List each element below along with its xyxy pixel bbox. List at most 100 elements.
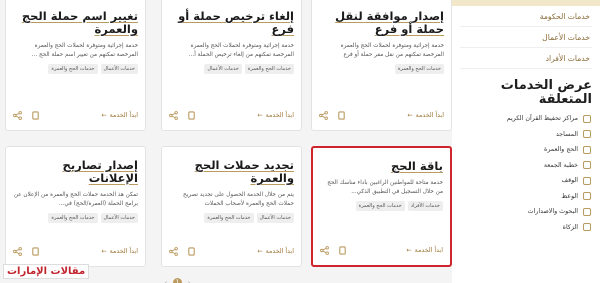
- checkbox[interactable]: [583, 114, 591, 123]
- tag: خدمات الأعمال: [256, 213, 294, 223]
- filter-mosques[interactable]: المساجد: [452, 127, 591, 143]
- tag-list: خدمات الحج والعمرة خدمات الأعمال: [169, 64, 294, 74]
- start-service-button[interactable]: ابدأ الخدمة ←: [257, 112, 294, 119]
- sidebar-item-business[interactable]: خدمات الأعمال: [460, 27, 592, 48]
- filter-friday-sermon[interactable]: خطبة الجمعة: [452, 158, 591, 174]
- filter-zakat[interactable]: الزكاة: [452, 220, 591, 236]
- favorite-icon[interactable]: [338, 246, 347, 255]
- filter-label: البحوث والاصدارات: [527, 208, 578, 216]
- tag: خدمات الحج والعمرة: [244, 64, 294, 74]
- sidebar-item-label: خدمات الأعمال: [542, 32, 590, 42]
- favorite-icon[interactable]: [187, 111, 196, 120]
- sidebar: خدمات الحكومة خدمات الأعمال خدمات الأفرا…: [452, 0, 600, 283]
- start-service-button[interactable]: ابدأ الخدمة ←: [101, 248, 138, 255]
- filter-list: مراكز تحفيظ القرآن الكريم المساجد الحج و…: [452, 111, 591, 235]
- card-footer: ابدأ الخدمة ←: [169, 247, 294, 256]
- filter-preaching[interactable]: الوعظ: [452, 189, 591, 205]
- service-card[interactable]: إصدار تصاريح الإعلانات تمكن هذ الخدمة حم…: [5, 146, 146, 267]
- start-label: ابدأ الخدمة: [414, 247, 443, 254]
- start-service-button[interactable]: ابدأ الخدمة ←: [407, 112, 444, 119]
- tag-list: خدمات الحج والعمرة: [319, 64, 444, 74]
- arrow-left-icon: ←: [101, 248, 107, 255]
- filter-label: المساجد: [555, 130, 578, 138]
- tag: خدمات الحج والعمرة: [204, 213, 254, 223]
- service-title[interactable]: باقة الحج: [320, 160, 443, 173]
- chevron-right-icon[interactable]: ›: [165, 280, 167, 283]
- favorite-icon[interactable]: [31, 111, 40, 120]
- service-title[interactable]: تجديد حملات الحج والعمرة: [169, 159, 294, 185]
- tag: خدمات الأعمال: [100, 64, 138, 74]
- sidebar-item-government[interactable]: خدمات الحكومة: [460, 6, 592, 27]
- card-footer: ابدأ الخدمة ←: [320, 246, 443, 255]
- favorite-icon[interactable]: [31, 247, 40, 256]
- share-icon[interactable]: [13, 247, 22, 256]
- start-service-button[interactable]: ابدأ الخدمة ←: [257, 248, 294, 255]
- start-label: ابدأ الخدمة: [109, 112, 138, 119]
- checkbox[interactable]: [583, 161, 591, 170]
- tag-list: خدمات الأفراد خدمات الحج والعمرة: [320, 201, 443, 211]
- service-card-highlighted[interactable]: باقة الحج خدمة متاحة للمواطنين الراغبين …: [311, 146, 452, 267]
- share-icon[interactable]: [320, 246, 329, 255]
- tag: خدمات الأعمال: [100, 213, 138, 223]
- start-service-button[interactable]: ابدأ الخدمة ←: [406, 247, 443, 254]
- service-card[interactable]: إلغاء ترخيص حملة أو فرع خدمة إجرائية ومت…: [161, 0, 302, 131]
- start-service-button[interactable]: ابدأ الخدمة ←: [101, 112, 138, 119]
- checkbox[interactable]: [583, 223, 591, 232]
- share-icon[interactable]: [319, 111, 328, 120]
- filter-label: مراكز تحفيظ القرآن الكريم: [506, 115, 578, 123]
- filter-endowment[interactable]: الوقف: [452, 173, 591, 189]
- checkbox[interactable]: [583, 130, 591, 139]
- service-title[interactable]: إصدار تصاريح الإعلانات: [13, 159, 138, 185]
- sidebar-item-label: خدمات الأفراد: [545, 53, 590, 63]
- start-label: ابدأ الخدمة: [265, 248, 294, 255]
- filter-label: الحج والعمرة: [544, 146, 578, 154]
- card-actions: [320, 246, 347, 255]
- checkbox[interactable]: [583, 192, 591, 201]
- service-description: خدمة متاحة للمواطنين الراغبين بأداء مناس…: [327, 180, 443, 195]
- checkbox[interactable]: [583, 145, 591, 154]
- card-footer: ابدأ الخدمة ←: [13, 247, 138, 256]
- service-card[interactable]: تجديد حملات الحج والعمرة يتم من خلال الخ…: [161, 146, 302, 267]
- tag: خدمات الحج والعمرة: [394, 64, 444, 74]
- sidebar-item-individuals[interactable]: خدمات الأفراد: [460, 48, 592, 69]
- filter-label: الوعظ: [561, 192, 578, 200]
- card-footer: ابدأ الخدمة ←: [13, 111, 138, 120]
- card-actions: [13, 247, 40, 256]
- arrow-left-icon: ←: [257, 112, 263, 119]
- checkbox[interactable]: [583, 176, 591, 185]
- filter-title: عرض الخدمات المتعلقة: [500, 78, 592, 107]
- service-card[interactable]: تغيير اسم حملة الحج والعمرة خدمة إجرائية…: [5, 0, 146, 131]
- favorite-icon[interactable]: [337, 111, 346, 120]
- tag: خدمات الحج والعمرة: [355, 201, 405, 211]
- filter-hajj-umrah[interactable]: الحج والعمرة: [452, 142, 591, 158]
- watermark-logo: مقالات الإمارات: [3, 264, 90, 279]
- service-description: خدمة إجرائية ومتوفرة لحملات الحج والعمرة…: [340, 43, 444, 58]
- filter-label: الزكاة: [562, 223, 578, 231]
- service-description: خدمة إجرائية ومتوفرة لحملات الحج والعمرة…: [31, 43, 138, 58]
- chevron-left-icon[interactable]: ‹: [188, 280, 190, 283]
- arrow-left-icon: ←: [406, 247, 412, 254]
- service-card[interactable]: إصدار موافقة لنقل حملة أو فرع خدمة إجرائ…: [311, 0, 452, 131]
- start-label: ابدأ الخدمة: [265, 112, 294, 119]
- service-title[interactable]: إلغاء ترخيص حملة أو فرع: [169, 10, 294, 36]
- filter-quran-centers[interactable]: مراكز تحفيظ القرآن الكريم: [452, 111, 591, 127]
- tag-list: خدمات الأعمال خدمات الحج والعمرة: [13, 64, 138, 74]
- filter-label: الوقف: [561, 177, 578, 185]
- service-title[interactable]: إصدار موافقة لنقل حملة أو فرع: [319, 10, 444, 36]
- favorite-icon[interactable]: [187, 247, 196, 256]
- tag: خدمات الأعمال: [204, 64, 242, 74]
- start-label: ابدأ الخدمة: [109, 248, 138, 255]
- filter-research[interactable]: البحوث والاصدارات: [452, 204, 591, 220]
- service-description: يتم من خلال الخدمة الحصول على تجديد تصري…: [183, 192, 294, 207]
- tag: خدمات الأفراد: [407, 201, 443, 211]
- page-current[interactable]: 1: [173, 278, 182, 283]
- share-icon[interactable]: [169, 247, 178, 256]
- card-footer: ابدأ الخدمة ←: [319, 111, 444, 120]
- checkbox[interactable]: [583, 207, 591, 216]
- arrow-left-icon: ←: [407, 112, 413, 119]
- tag-list: خدمات الأعمال خدمات الحج والعمرة: [13, 213, 138, 223]
- share-icon[interactable]: [13, 111, 22, 120]
- card-footer: ابدأ الخدمة ←: [169, 111, 294, 120]
- service-title[interactable]: تغيير اسم حملة الحج والعمرة: [13, 10, 138, 36]
- share-icon[interactable]: [169, 111, 178, 120]
